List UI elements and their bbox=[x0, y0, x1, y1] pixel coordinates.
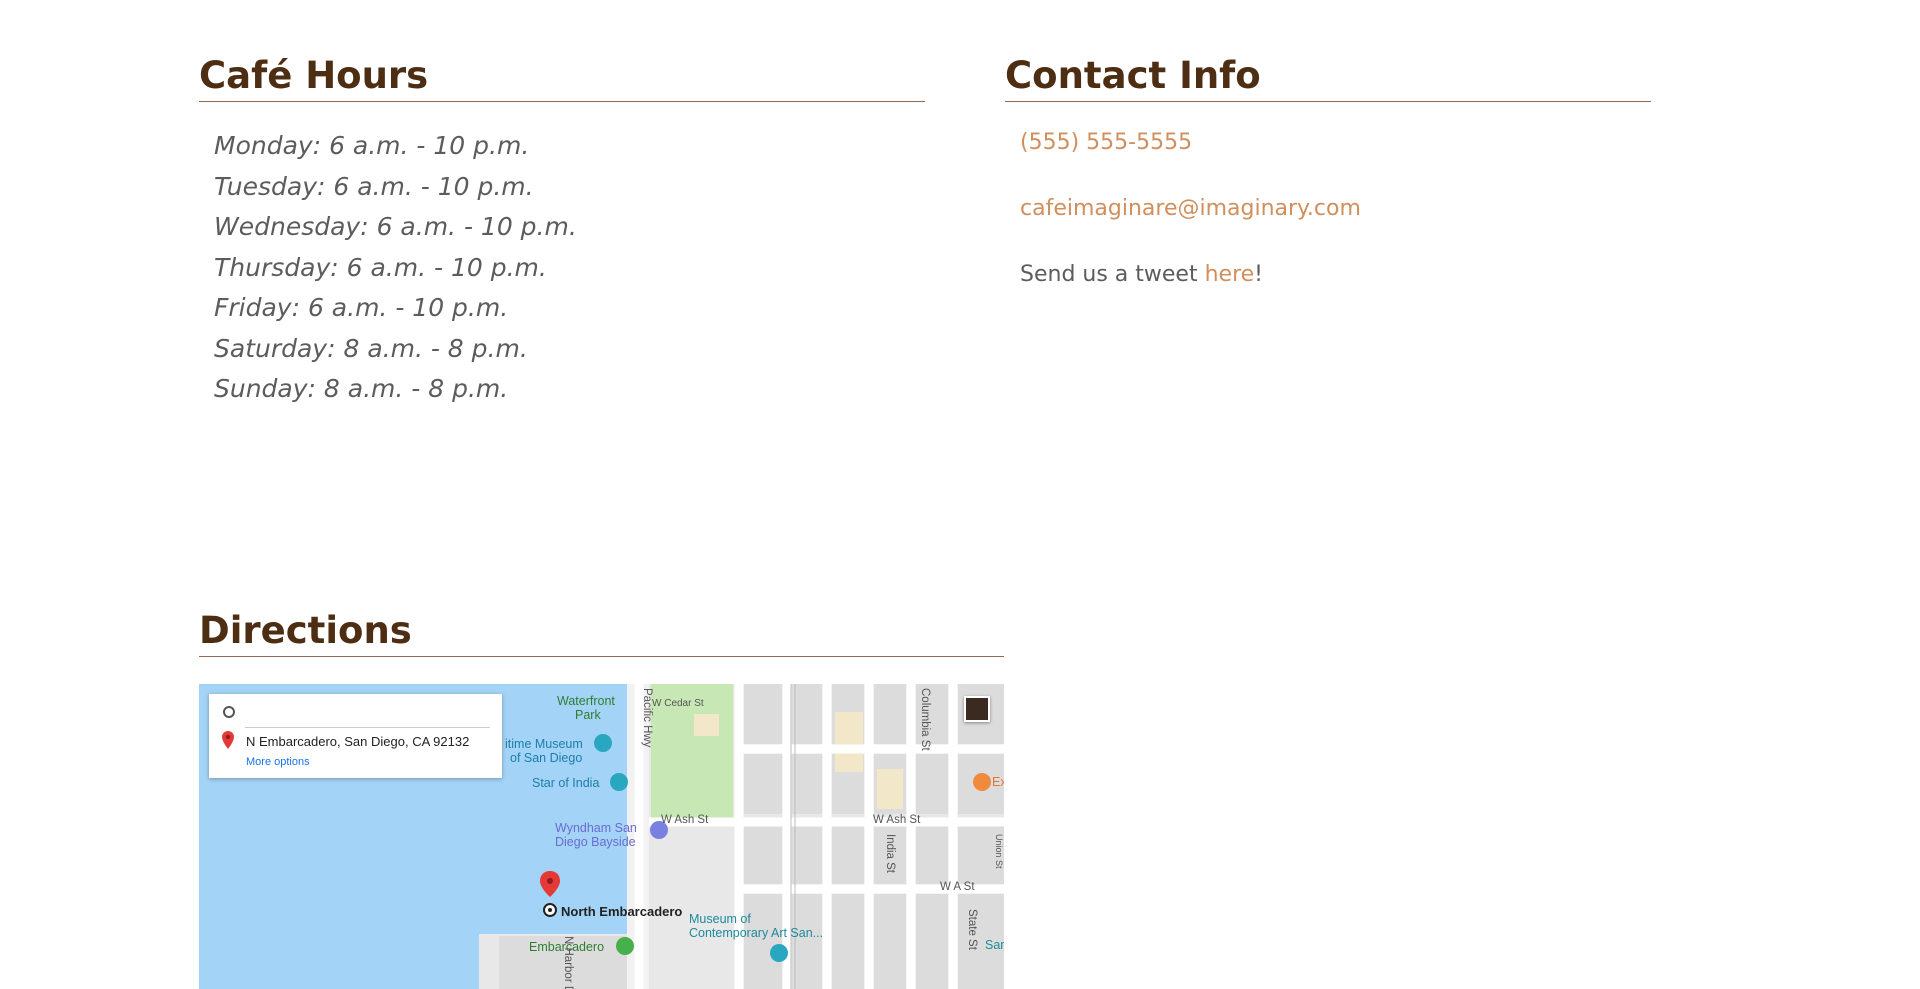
hours-sunday: Sunday: 8 a.m. - 8 p.m. bbox=[214, 374, 509, 404]
map-label-w-a-st: W A St bbox=[940, 881, 975, 893]
map-label-star-of-india: Star of India bbox=[532, 776, 600, 790]
destination-marker-icon bbox=[222, 731, 234, 749]
directions-divider bbox=[245, 727, 490, 728]
museum-poi-icon[interactable] bbox=[594, 734, 612, 752]
map-label-state-st: State St bbox=[966, 909, 978, 950]
tweet-row: Send us a tweet here! bbox=[1020, 260, 1651, 326]
hours-list: Monday: 6 a.m. - 10 p.m. Tuesday: 6 a.m.… bbox=[214, 126, 925, 410]
map-label-wyndham-1: Wyndham San bbox=[555, 821, 637, 835]
directions-section: Directions Waterfront Park itime Museum … bbox=[199, 609, 1004, 989]
map-label-union-st: Union St bbox=[994, 834, 1004, 869]
contemporary-art-poi-icon[interactable] bbox=[770, 944, 788, 962]
map-building-tan bbox=[835, 712, 863, 772]
more-options-link[interactable]: More options bbox=[246, 756, 310, 768]
star-of-india-poi-icon[interactable] bbox=[610, 773, 628, 791]
map-label-museum-2: Contemporary Art San... bbox=[689, 926, 824, 940]
contact-info-section: Contact Info (555) 555-5555 cafeimaginar… bbox=[1005, 54, 1651, 326]
destination-pin-dot bbox=[547, 878, 553, 884]
map-label-park: Park bbox=[575, 708, 601, 722]
map-label-w-cedar-st: W Cedar St bbox=[652, 698, 704, 709]
phone-row: (555) 555-5555 bbox=[1020, 128, 1651, 194]
map-label-museum-1: Museum of bbox=[689, 912, 751, 926]
map-label-n-harbor: N Harbor D bbox=[562, 936, 574, 989]
hours-monday: Monday: 6 a.m. - 10 p.m. bbox=[214, 131, 530, 161]
user-avatar[interactable] bbox=[964, 696, 990, 722]
map-label-w-ash-st-2: W Ash St bbox=[873, 814, 921, 826]
map-label-columbia-st: Columbia St bbox=[919, 688, 931, 751]
map-label-maritime-2: of San Diego bbox=[510, 751, 583, 765]
hours-thursday: Thursday: 6 a.m. - 10 p.m. bbox=[214, 252, 547, 282]
destination-address: N Embarcadero, San Diego, CA 92132 bbox=[246, 734, 470, 749]
map-label-wyndham-2: Diego Bayside bbox=[555, 835, 636, 849]
origin-icon bbox=[223, 706, 235, 718]
map-label-waterfront: Waterfront bbox=[557, 694, 615, 708]
map-label-san: San bbox=[985, 938, 1004, 952]
map-label-ex: Ex bbox=[992, 775, 1004, 789]
hours-tuesday: Tuesday: 6 a.m. - 10 p.m. bbox=[214, 171, 534, 201]
map-building-tan-2 bbox=[877, 769, 903, 809]
contact-body: (555) 555-5555 cafeimaginare@imaginary.c… bbox=[1020, 128, 1651, 326]
tweet-suffix: ! bbox=[1254, 262, 1263, 288]
phone-link[interactable]: (555) 555-5555 bbox=[1020, 130, 1192, 155]
tweet-text: Send us a tweet bbox=[1020, 262, 1205, 288]
map-label-w-ash-st-1: W Ash St bbox=[661, 814, 709, 826]
tweet-link[interactable]: here bbox=[1205, 262, 1255, 287]
map-label-maritime-1: itime Museum bbox=[505, 737, 583, 751]
restaurant-poi-icon[interactable] bbox=[973, 773, 991, 791]
cafe-hours-section: Café Hours Monday: 6 a.m. - 10 p.m. Tues… bbox=[199, 54, 925, 410]
map-embed[interactable]: Waterfront Park itime Museum of San Dieg… bbox=[199, 684, 1004, 989]
directions-heading: Directions bbox=[199, 609, 1004, 658]
directions-box: N Embarcadero, San Diego, CA 92132 More … bbox=[209, 694, 502, 778]
email-row: cafeimaginare@imaginary.com bbox=[1020, 194, 1651, 260]
map-park-building bbox=[694, 714, 719, 736]
email-link[interactable]: cafeimaginare@imaginary.com bbox=[1020, 196, 1361, 221]
cafe-hours-heading: Café Hours bbox=[199, 54, 925, 103]
hours-wednesday: Wednesday: 6 a.m. - 10 p.m. bbox=[214, 212, 577, 242]
contact-info-heading: Contact Info bbox=[1005, 54, 1651, 103]
hours-friday: Friday: 6 a.m. - 10 p.m. bbox=[214, 293, 509, 323]
hours-saturday: Saturday: 8 a.m. - 8 p.m. bbox=[214, 333, 528, 363]
park-poi-icon[interactable] bbox=[616, 937, 634, 955]
start-point-dot bbox=[548, 908, 552, 912]
map-label-north-embarcadero: North Embarcadero bbox=[561, 904, 683, 919]
map-label-pacific-hwy: Pacific Hwy bbox=[641, 688, 653, 748]
map-label-india-st: India St bbox=[884, 834, 896, 873]
